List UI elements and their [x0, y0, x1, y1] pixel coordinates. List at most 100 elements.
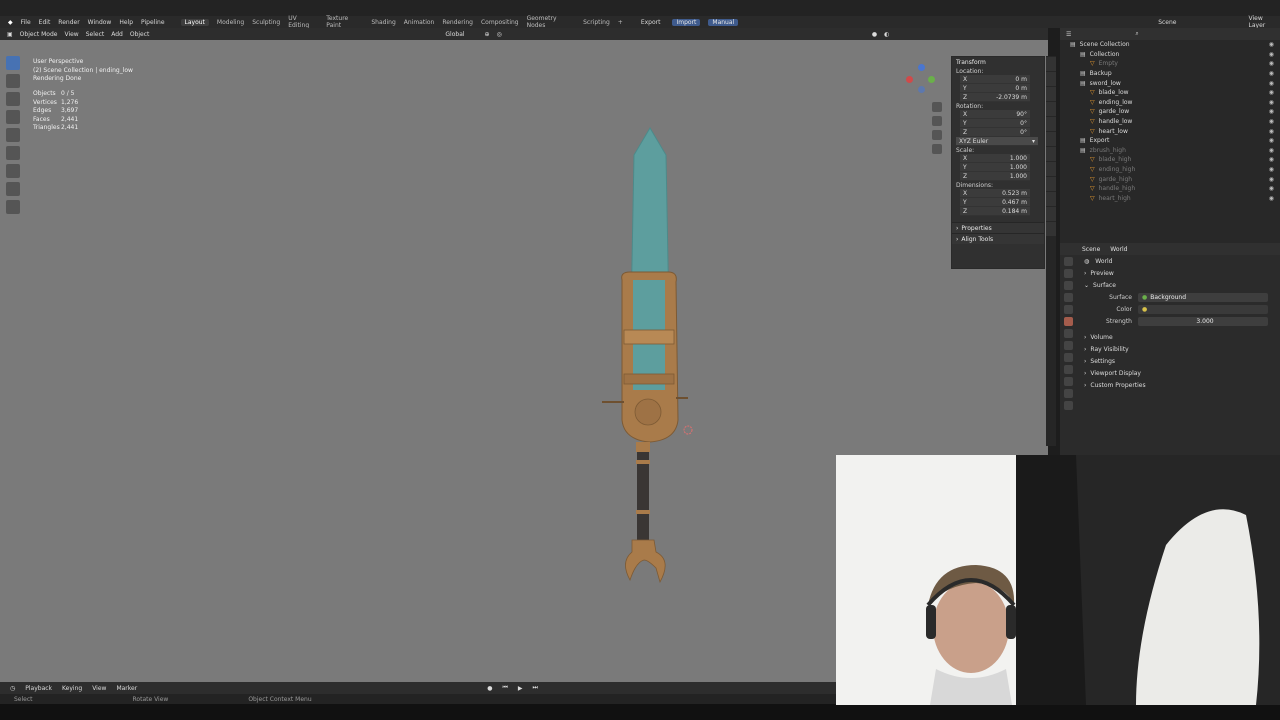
tab-rendering[interactable]: Rendering — [442, 19, 473, 26]
menu-object[interactable]: Object — [130, 31, 150, 38]
custom-properties-section[interactable]: › Custom Properties — [1060, 379, 1280, 391]
gizmo-neg-z-icon[interactable] — [918, 86, 925, 93]
select-box-tool-icon[interactable] — [6, 56, 20, 70]
mode-dropdown[interactable]: Object Mode — [20, 31, 58, 38]
menu-marker[interactable]: Marker — [116, 685, 137, 692]
measure-tool-icon[interactable] — [6, 182, 20, 196]
outliner-item[interactable]: ▤ zbrush_high ◉ — [1060, 146, 1280, 156]
scene-selector[interactable]: Scene — [1158, 19, 1176, 26]
menu-file[interactable]: File — [21, 19, 31, 26]
sidebar-tab[interactable] — [1046, 117, 1056, 131]
modifier-tab-icon[interactable] — [1064, 341, 1073, 350]
outliner-item[interactable]: ▤ Collection ◉ — [1060, 50, 1280, 60]
sidebar-tab[interactable] — [1046, 132, 1056, 146]
sidebar-tab[interactable] — [1046, 222, 1056, 236]
outliner-item[interactable]: ▤ Backup ◉ — [1060, 69, 1280, 79]
rotation-x-field[interactable]: X 90° — [960, 110, 1030, 119]
sidebar-tab[interactable] — [1046, 207, 1056, 221]
tab-shading[interactable]: Shading — [371, 19, 395, 26]
object-tab-icon[interactable] — [1064, 329, 1073, 338]
grid-perspective-icon[interactable] — [932, 144, 942, 154]
location-z-field[interactable]: Z -2.0739 m — [960, 93, 1030, 102]
align-tools-subpanel[interactable]: › Align Tools — [952, 233, 1044, 244]
data-tab-icon[interactable] — [1064, 389, 1073, 398]
sidebar-tab[interactable] — [1046, 57, 1056, 71]
outliner-item[interactable]: ▽ heart_high ◉ — [1060, 194, 1280, 204]
surface-shader-field[interactable]: ● Background — [1138, 292, 1268, 302]
shading-solid-icon[interactable]: ● — [872, 31, 877, 38]
zoom-icon[interactable] — [932, 102, 942, 112]
record-icon[interactable]: ● — [487, 685, 492, 692]
menu-timeline-view[interactable]: View — [92, 685, 106, 692]
outliner-item[interactable]: ▤ sword_low ◉ — [1060, 78, 1280, 88]
tab-scripting[interactable]: Scripting — [583, 19, 610, 26]
outliner-item[interactable]: ▽ blade_low ◉ — [1060, 88, 1280, 98]
tab-uv-editing[interactable]: UV Editing — [288, 15, 318, 29]
menu-keying[interactable]: Keying — [62, 685, 82, 692]
preview-section[interactable]: › Preview — [1060, 267, 1280, 279]
eye-icon[interactable]: ◉ — [1269, 99, 1274, 106]
ray-visibility-section[interactable]: › Ray Visibility — [1060, 343, 1280, 355]
menu-view[interactable]: View — [64, 31, 78, 38]
outliner-item[interactable]: ▽ heart_low ◉ — [1060, 126, 1280, 136]
outliner-search-icon[interactable]: ⌕ — [1135, 30, 1138, 38]
scale-z-field[interactable]: Z 1.000 — [960, 172, 1030, 181]
rotate-tool-icon[interactable] — [6, 110, 20, 124]
import-button[interactable]: Import — [672, 18, 701, 26]
volume-section[interactable]: › Volume — [1060, 331, 1280, 343]
transform-tool-icon[interactable] — [6, 146, 20, 160]
eye-icon[interactable]: ◉ — [1269, 195, 1274, 202]
eye-icon[interactable]: ◉ — [1269, 176, 1274, 183]
outliner-item[interactable]: ▽ Empty ◉ — [1060, 59, 1280, 69]
eye-icon[interactable]: ◉ — [1269, 108, 1274, 115]
pan-hand-icon[interactable] — [932, 116, 942, 126]
viewport-display-section[interactable]: › Viewport Display — [1060, 367, 1280, 379]
color-field[interactable]: ● — [1138, 304, 1268, 314]
annotate-tool-icon[interactable] — [6, 164, 20, 178]
eye-icon[interactable]: ◉ — [1269, 166, 1274, 173]
tab-texture-paint[interactable]: Texture Paint — [326, 15, 363, 29]
eye-icon[interactable]: ◉ — [1269, 70, 1274, 77]
sidebar-tab[interactable] — [1046, 72, 1056, 86]
properties-subpanel[interactable]: › Properties — [952, 222, 1044, 233]
output-tab-icon[interactable] — [1064, 281, 1073, 290]
move-tool-icon[interactable] — [6, 92, 20, 106]
particles-tab-icon[interactable] — [1064, 353, 1073, 362]
editor-type-icon[interactable]: ▣ — [7, 31, 13, 38]
tab-sculpting[interactable]: Sculpting — [252, 19, 280, 26]
outliner-item[interactable]: ▽ handle_low ◉ — [1060, 117, 1280, 127]
rotation-y-field[interactable]: Y 0° — [960, 119, 1030, 128]
outliner-item[interactable]: ▽ garde_low ◉ — [1060, 107, 1280, 117]
manual-button[interactable]: Manual — [708, 18, 739, 26]
sidebar-tab[interactable] — [1046, 177, 1056, 191]
eye-icon[interactable]: ◉ — [1269, 156, 1274, 163]
outliner-item[interactable]: ▽ garde_high ◉ — [1060, 174, 1280, 184]
eye-icon[interactable]: ◉ — [1269, 147, 1274, 154]
transform-panel-title[interactable]: Transform — [952, 57, 1044, 67]
tab-compositing[interactable]: Compositing — [481, 19, 519, 26]
menu-select[interactable]: Select — [86, 31, 105, 38]
eye-icon[interactable]: ◉ — [1269, 41, 1274, 48]
scale-x-field[interactable]: X 1.000 — [960, 154, 1030, 163]
strength-field[interactable]: 3.000 — [1138, 316, 1268, 326]
view-layer-tab-icon[interactable] — [1064, 293, 1073, 302]
jump-start-icon[interactable]: ⏮ — [502, 684, 507, 692]
eye-icon[interactable]: ◉ — [1269, 60, 1274, 67]
constraints-tab-icon[interactable] — [1064, 377, 1073, 386]
tab-layout[interactable]: Layout — [180, 18, 209, 26]
sidebar-tab[interactable] — [1046, 147, 1056, 161]
outliner-editor-icon[interactable]: ☰ — [1066, 31, 1071, 38]
sidebar-tab[interactable] — [1046, 87, 1056, 101]
eye-icon[interactable]: ◉ — [1269, 185, 1274, 192]
tab-animation[interactable]: Animation — [404, 19, 435, 26]
dimensions-x-field[interactable]: X 0.523 m — [960, 189, 1030, 198]
world-tab-icon[interactable] — [1064, 317, 1073, 326]
dimensions-z-field[interactable]: Z 0.184 m — [960, 207, 1030, 216]
physics-tab-icon[interactable] — [1064, 365, 1073, 374]
tool-tab-icon[interactable] — [1064, 257, 1073, 266]
sidebar-tab[interactable] — [1046, 102, 1056, 116]
menu-add[interactable]: Add — [111, 31, 123, 38]
tab-modeling[interactable]: Modeling — [217, 19, 244, 26]
view-layer-selector[interactable]: View Layer — [1249, 15, 1280, 29]
menu-render[interactable]: Render — [58, 19, 79, 26]
